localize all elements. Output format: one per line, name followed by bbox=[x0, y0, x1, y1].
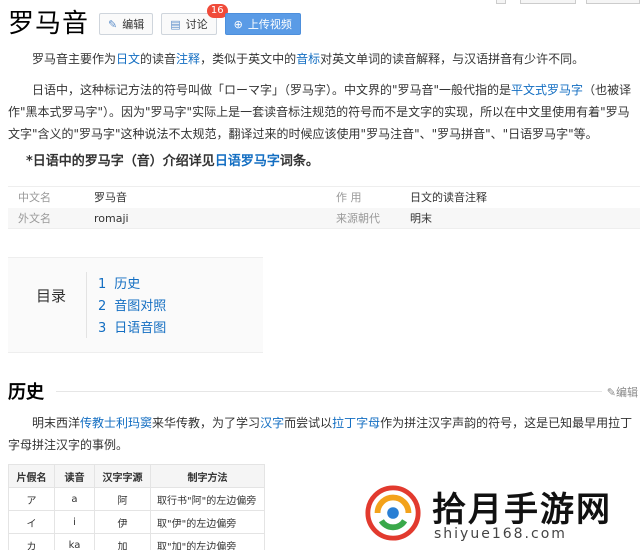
katakana-origin-table: 片假名 读音 汉字字源 制字方法 ア a 阿 取行书"阿"的左边偏旁 イ i 伊… bbox=[8, 464, 265, 550]
link-hepburn-romanization[interactable]: 平文式罗马字 bbox=[511, 83, 583, 97]
table-cell: 取"伊"的左边偏旁 bbox=[150, 510, 265, 534]
text-span: 的读音 bbox=[140, 52, 177, 66]
link-phonetic-symbol[interactable]: 音标 bbox=[296, 52, 320, 66]
text-span: 明末西洋 bbox=[32, 416, 81, 430]
top-toolbar-remnant bbox=[490, 0, 640, 6]
pencil-icon: ✎ bbox=[606, 386, 616, 399]
toc-item-label: 日语音图 bbox=[114, 321, 167, 336]
link-chinese-characters[interactable]: 汉字 bbox=[260, 416, 284, 430]
info-key: 中文名 bbox=[18, 191, 51, 204]
table-cell: 取行书"阿"的左边偏旁 bbox=[150, 487, 265, 511]
table-cell: i bbox=[54, 510, 95, 534]
see-also-note: *日语中的罗马字（音）介绍详见日语罗马字词条。 bbox=[26, 150, 319, 169]
text-span: ，类似于英文中的 bbox=[200, 52, 297, 66]
table-header-cell: 制字方法 bbox=[150, 464, 265, 488]
table-header-cell: 汉字字源 bbox=[94, 464, 151, 488]
intro-paragraph-1: 罗马音主要作为日文的读音注释，类似于英文中的音标对英文单词的读音解释，与汉语拼音… bbox=[8, 48, 636, 70]
toc-item-history[interactable]: 1 历史 bbox=[98, 273, 140, 292]
table-row: イ i 伊 取"伊"的左边偏旁 bbox=[8, 510, 265, 534]
page-title: 罗马音 bbox=[8, 9, 90, 39]
basic-info-box: 中文名 罗马音 作 用 日文的读音注释 外文名 romaji 来源朝代 明末 bbox=[8, 186, 640, 229]
edit-button-label: 编辑 bbox=[122, 18, 145, 31]
watermark-url: shiyue168.com bbox=[434, 526, 567, 542]
link-japanese-romaji[interactable]: 日语罗马字 bbox=[215, 154, 280, 169]
table-of-contents: 目录 1 历史 2 音图对照 3 日语音图 bbox=[8, 257, 263, 353]
table-cell: ア bbox=[8, 487, 55, 511]
table-cell: 加 bbox=[94, 533, 151, 550]
edit-button[interactable]: ✎ 编辑 bbox=[99, 13, 154, 35]
table-cell: 取"加"的左边偏旁 bbox=[150, 533, 265, 550]
intro-paragraph-2: 日语中，这种标记方法的符号叫做「ローマ字」（罗马字）。中文界的"罗马音"一般代指… bbox=[8, 79, 636, 145]
history-paragraph: 明末西洋传教士利玛窦来华传教，为了学习汉字而尝试以拉丁字母作为拼注汉字声韵的符号… bbox=[8, 412, 636, 456]
toc-item-number: 1 bbox=[98, 277, 107, 292]
text-span: 来华传教，为了学习 bbox=[152, 416, 261, 430]
link-matteo-ricci[interactable]: 利玛窦 bbox=[116, 416, 152, 430]
text-span: *日语中的罗马字（音）介绍详见 bbox=[26, 154, 215, 169]
comment-icon: ▤ bbox=[170, 17, 181, 31]
table-header-cell: 读音 bbox=[54, 464, 95, 488]
text-span: 词条。 bbox=[279, 154, 319, 169]
section-heading-history: 历史 bbox=[8, 382, 44, 403]
info-value: 日文的读音注释 bbox=[410, 191, 487, 204]
upload-video-label: 上传视频 bbox=[247, 18, 292, 31]
table-cell: ka bbox=[54, 533, 95, 550]
info-value: 罗马音 bbox=[94, 191, 127, 204]
toc-item-label: 历史 bbox=[114, 277, 141, 292]
link-latin-alphabet[interactable]: 拉丁字母 bbox=[332, 416, 380, 430]
info-value: 明末 bbox=[410, 212, 432, 225]
table-cell: a bbox=[54, 487, 95, 511]
info-value: romaji bbox=[94, 212, 129, 225]
text-span: 日语中，这种标记方法的符号叫做「ローマ字」（罗马字）。中文界的"罗马音"一般代指… bbox=[32, 83, 512, 97]
toc-item-sound-chart[interactable]: 2 音图对照 bbox=[98, 295, 166, 314]
section-edit-button[interactable]: ✎编辑 bbox=[607, 384, 638, 400]
table-cell: カ bbox=[8, 533, 55, 550]
watermark-logo-icon bbox=[365, 485, 421, 541]
toc-item-number: 3 bbox=[98, 321, 107, 336]
text-span: 而尝试以 bbox=[284, 416, 333, 430]
info-row: 中文名 罗马音 作 用 日文的读音注释 bbox=[8, 187, 640, 208]
upload-video-button[interactable]: ⊕ 上传视频 bbox=[224, 13, 301, 35]
toc-item-label: 音图对照 bbox=[114, 299, 167, 314]
table-cell: 伊 bbox=[94, 510, 151, 534]
table-cell: イ bbox=[8, 510, 55, 534]
info-row: 外文名 romaji 来源朝代 明末 bbox=[8, 208, 640, 229]
section-edit-label: 编辑 bbox=[616, 386, 638, 399]
plus-circle-icon: ⊕ bbox=[233, 17, 243, 31]
link-annotation[interactable]: 注释 bbox=[176, 52, 200, 66]
info-key: 作 用 bbox=[336, 191, 362, 204]
table-header-cell: 片假名 bbox=[8, 464, 55, 488]
section-divider bbox=[56, 391, 602, 392]
info-key: 来源朝代 bbox=[336, 212, 380, 225]
toc-item-japanese-syllabary[interactable]: 3 日语音图 bbox=[98, 317, 166, 336]
table-row: ア a 阿 取行书"阿"的左边偏旁 bbox=[8, 487, 265, 511]
text-span: 对英文单词的读音解释，与汉语拼音有少许不同。 bbox=[320, 52, 585, 66]
page-header: 罗马音 ✎ 编辑 ▤ 讨论 16 ⊕ 上传视频 bbox=[8, 4, 301, 42]
text-span: 罗马音主要作为 bbox=[32, 52, 117, 66]
watermark-text: 拾月手游网 bbox=[432, 490, 612, 530]
toc-item-number: 2 bbox=[98, 299, 107, 314]
link-missionary[interactable]: 传教士 bbox=[80, 416, 116, 430]
site-watermark: 拾月手游网 shiyue168.com bbox=[360, 480, 640, 550]
link-japanese[interactable]: 日文 bbox=[116, 52, 140, 66]
info-key: 外文名 bbox=[18, 212, 51, 225]
table-cell: 阿 bbox=[94, 487, 151, 511]
toc-divider bbox=[86, 272, 87, 338]
pencil-icon: ✎ bbox=[108, 17, 118, 31]
table-row: カ ka 加 取"加"的左边偏旁 bbox=[8, 533, 265, 550]
toc-title: 目录 bbox=[36, 287, 67, 305]
table-header-row: 片假名 读音 汉字字源 制字方法 bbox=[8, 464, 265, 488]
discuss-button-label: 讨论 bbox=[185, 18, 208, 31]
discuss-button[interactable]: ▤ 讨论 16 bbox=[161, 4, 228, 35]
